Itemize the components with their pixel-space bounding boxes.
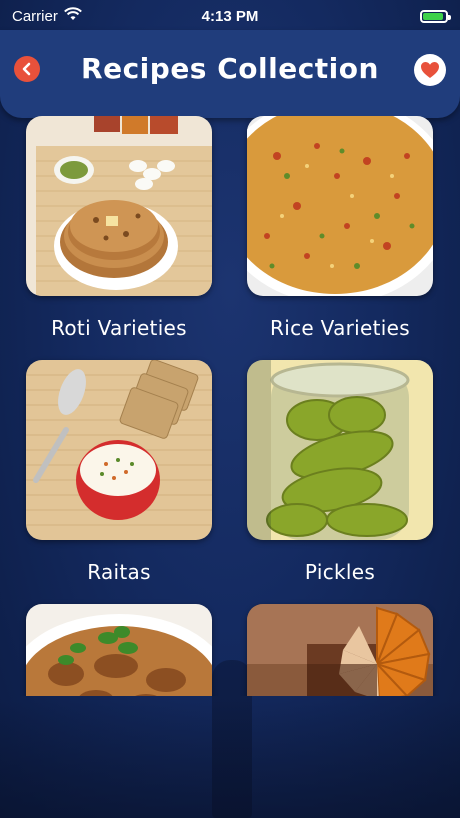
category-label: Pickles — [304, 560, 376, 584]
battery-icon — [420, 9, 451, 23]
battery-level — [423, 12, 443, 20]
category-card-pickles[interactable]: Pickles — [247, 360, 433, 584]
curry-image — [26, 604, 212, 696]
category-card-rice[interactable]: Rice Varieties — [247, 116, 433, 340]
category-card-dessert[interactable] — [247, 604, 433, 696]
status-bar: Carrier 4:13 PM — [0, 0, 460, 32]
header-bar: Recipes Collection — [0, 30, 460, 118]
raitas-image — [26, 360, 212, 540]
pickles-image — [247, 360, 433, 540]
rice-image — [247, 116, 433, 296]
wifi-icon — [63, 7, 82, 25]
chevron-left-icon — [22, 62, 31, 76]
roti-image — [26, 116, 212, 296]
category-card-curry[interactable] — [26, 604, 212, 696]
category-card-roti[interactable]: Roti Varieties — [26, 116, 212, 340]
page-title: Recipes Collection — [81, 52, 379, 85]
category-label: Roti Varieties — [51, 316, 187, 340]
favorites-button[interactable] — [414, 54, 446, 86]
heart-icon — [421, 62, 439, 78]
category-label: Rice Varieties — [270, 316, 410, 340]
back-button[interactable] — [14, 56, 40, 82]
carrier-label: Carrier — [12, 7, 58, 25]
dessert-image — [247, 604, 433, 696]
background-fade — [0, 700, 460, 818]
category-card-raitas[interactable]: Raitas — [26, 360, 212, 584]
category-grid: Roti Varieties Rice Varieties Raitas Pic… — [0, 116, 460, 696]
category-label: Raitas — [87, 560, 151, 584]
